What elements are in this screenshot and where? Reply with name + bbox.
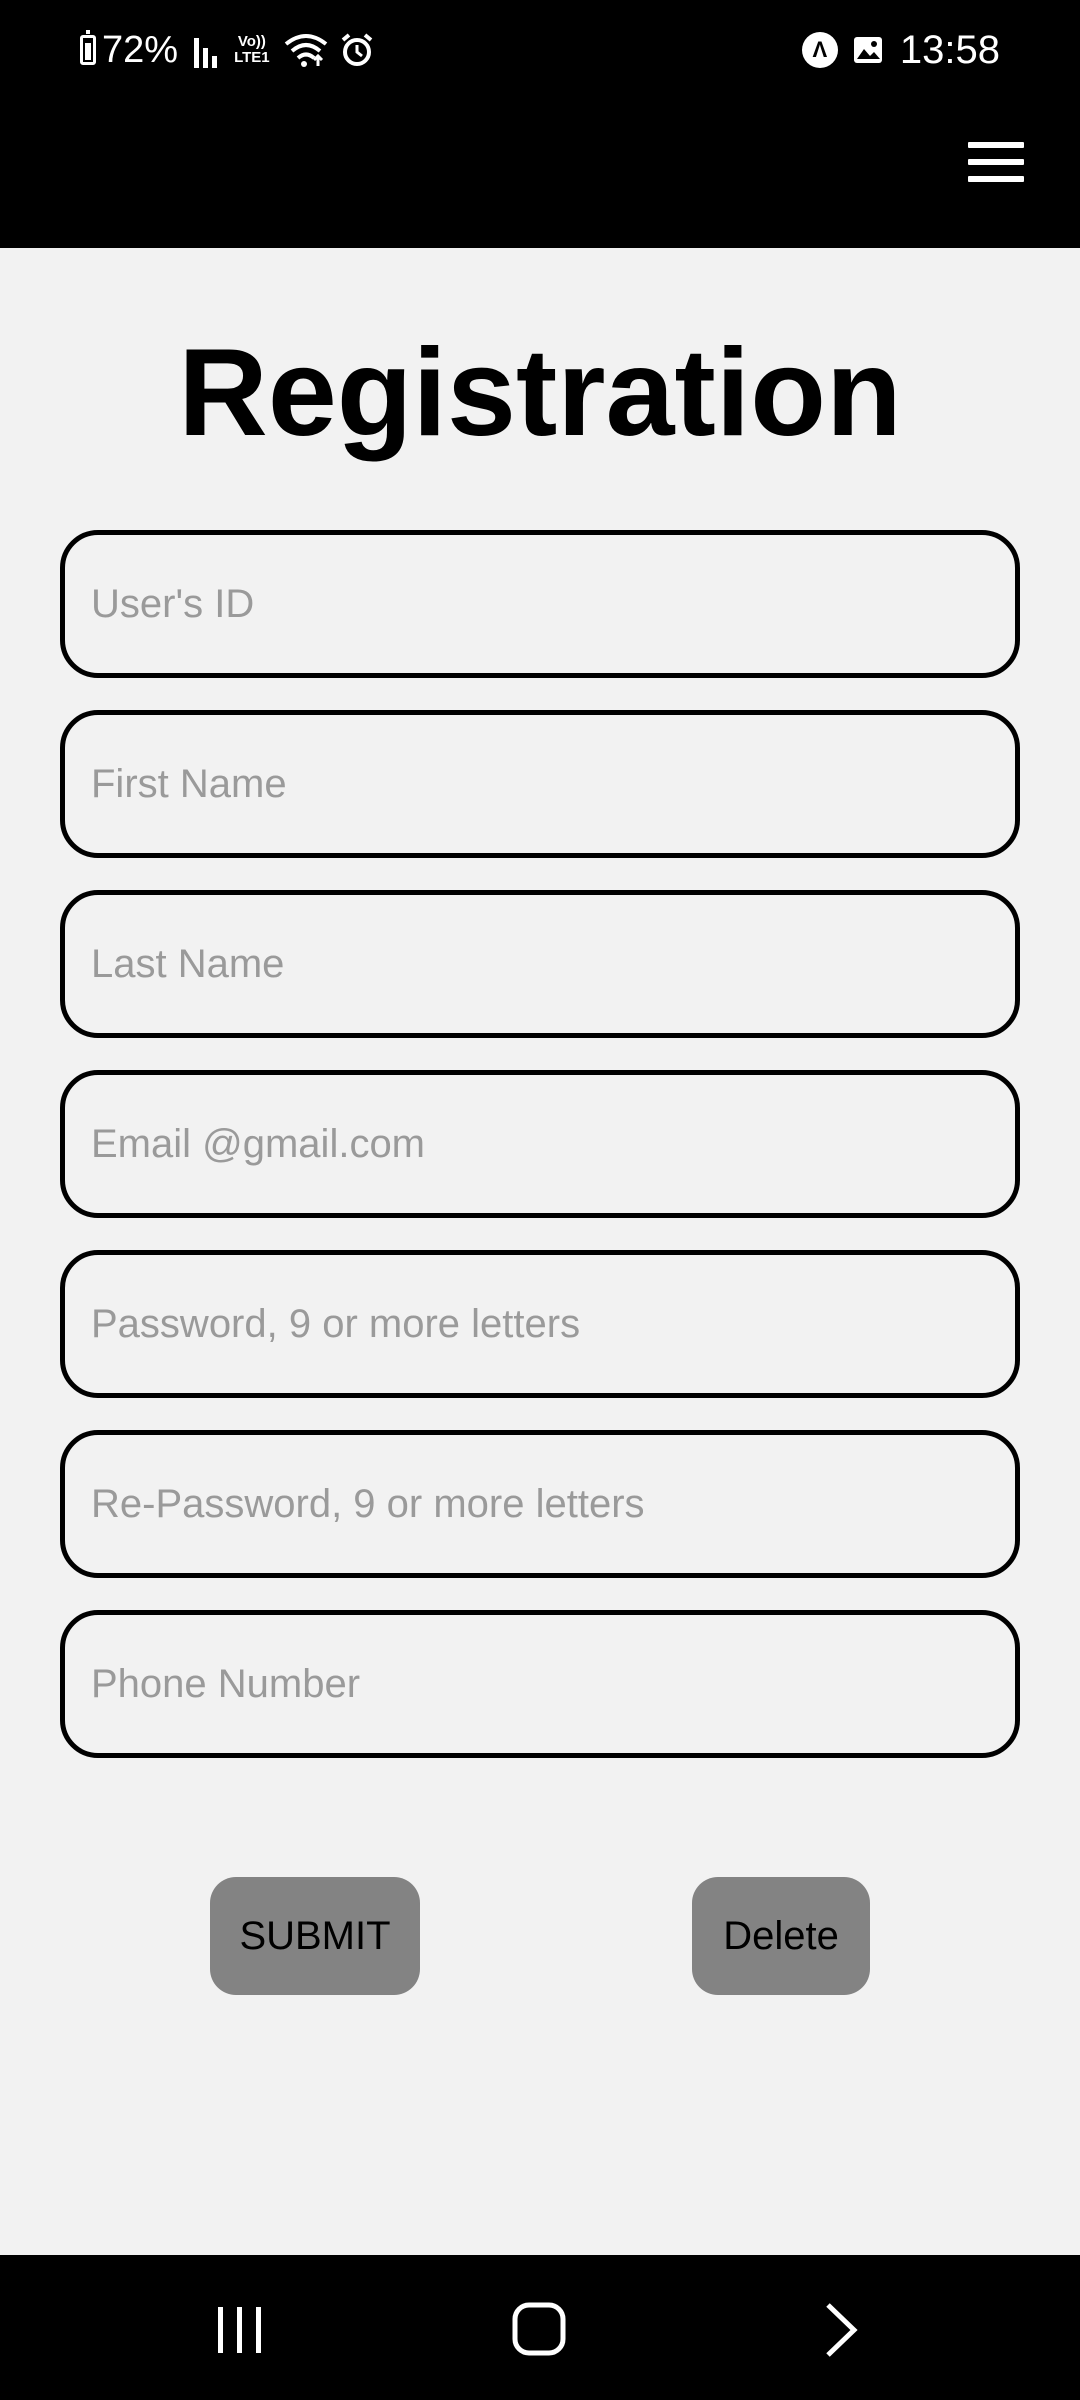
network-label-top: Vo)) bbox=[237, 33, 266, 50]
wifi-icon bbox=[284, 34, 327, 67]
status-bar-left: 72% Vo)) LTE1 bbox=[80, 26, 374, 74]
hamburger-menu-icon[interactable] bbox=[968, 140, 1028, 184]
network-label: Vo)) LTE1 bbox=[234, 34, 270, 66]
first-name-field[interactable] bbox=[60, 710, 1020, 858]
alarm-icon bbox=[341, 33, 372, 66]
password-field[interactable] bbox=[60, 1250, 1020, 1398]
recent-apps-icon[interactable] bbox=[210, 2299, 270, 2359]
delete-button[interactable]: Delete bbox=[692, 1877, 870, 1995]
battery-level: 72% bbox=[102, 28, 179, 71]
submit-button[interactable]: SUBMIT bbox=[210, 1877, 420, 1995]
phone-number-field[interactable] bbox=[60, 1610, 1020, 1758]
gallery-icon bbox=[853, 37, 882, 63]
top-bar: 72% Vo)) LTE1 Λ 13:58 bbox=[0, 0, 1080, 248]
user-id-field[interactable] bbox=[60, 530, 1020, 678]
last-name-field[interactable] bbox=[60, 890, 1020, 1038]
email-field[interactable] bbox=[60, 1070, 1020, 1218]
status-bar-right: Λ 13:58 bbox=[801, 26, 1000, 74]
re-password-field[interactable] bbox=[60, 1430, 1020, 1578]
home-icon[interactable] bbox=[510, 2299, 570, 2359]
signal-icon bbox=[194, 32, 224, 68]
clock: 13:58 bbox=[899, 27, 1000, 72]
navigation-bar bbox=[0, 2255, 1080, 2400]
app-a-icon: Λ bbox=[801, 32, 838, 68]
page-title: Registration bbox=[178, 324, 902, 462]
back-icon[interactable] bbox=[812, 2299, 872, 2359]
network-label-bottom: LTE1 bbox=[234, 49, 270, 66]
battery-icon bbox=[80, 30, 96, 65]
